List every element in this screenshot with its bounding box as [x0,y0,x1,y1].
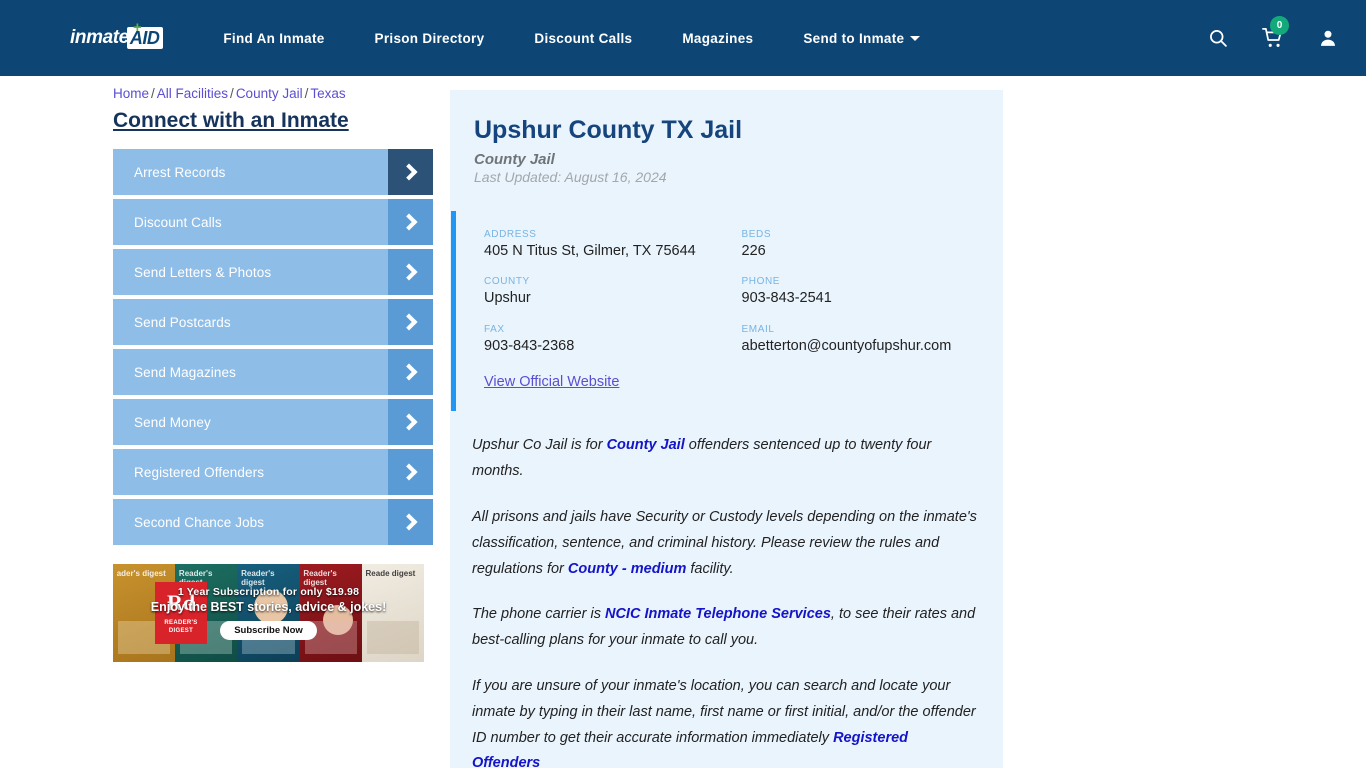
info-label: FAX [484,323,505,335]
sidebar-item-registered-offenders[interactable]: Registered Offenders [113,449,433,496]
nav-send-to-inmate-label: Send to Inmate [803,30,905,46]
header-icon-group: 0 [1208,16,1338,49]
sidebar-title: Connect with an Inmate [113,109,349,132]
nav-discount-calls[interactable]: Discount Calls [534,25,632,52]
info-label: ADDRESS [484,228,537,240]
description-paragraph-1: Upshur Co Jail is for County Jail offend… [472,433,977,485]
facility-description: Upshur Co Jail is for County Jail offend… [450,411,1003,768]
user-icon[interactable] [1318,28,1338,48]
site-header: inmate AID + Find An Inmate Prison Direc… [0,0,1366,76]
info-label: EMAIL [741,323,775,335]
facility-type: County Jail [474,150,555,168]
nav-magazines[interactable]: Magazines [682,25,753,52]
info-value: abetterton@countyofupshur.com [741,337,952,354]
info-field-county: COUNTY Upshur [484,276,724,308]
facility-info-grid: ADDRESS 405 N Titus St, Gilmer, TX 75644… [484,229,981,356]
chevron-right-icon [388,349,433,396]
chevron-right-icon [388,499,433,546]
cart-icon[interactable]: 0 [1262,16,1289,49]
p1-text-a: Upshur Co Jail is for [472,437,607,454]
nav-send-to-inmate[interactable]: Send to Inmate [803,25,921,52]
sidebar: Connect with an Inmate Arrest Records Di… [113,90,433,663]
chevron-right-icon [388,199,433,246]
info-field-fax: FAX 903-843-2368 [484,324,724,356]
sidebar-item-label: Second Chance Jobs [134,514,265,530]
info-field-beds: BEDS 226 [742,229,982,261]
main-navigation: Find An Inmate Prison Directory Discount… [223,25,1160,52]
content-columns: Connect with an Inmate Arrest Records Di… [113,90,1366,768]
view-official-website-link[interactable]: View Official Website [484,374,619,390]
site-logo[interactable]: inmate AID + [70,19,164,53]
description-paragraph-2: All prisons and jails have Security or C… [472,505,977,582]
info-label: BEDS [741,228,772,240]
sidebar-item-label: Registered Offenders [134,464,265,480]
facility-info-card: ADDRESS 405 N Titus St, Gilmer, TX 75644… [451,210,1003,412]
nav-prison-directory[interactable]: Prison Directory [375,25,485,52]
description-paragraph-4: If you are unsure of your inmate's locat… [472,674,977,768]
info-field-phone: PHONE 903-843-2541 [742,276,982,308]
info-value: 226 [741,242,766,259]
advertisement-banner[interactable]: ader's digest Reader's digest Reader's d… [113,564,424,663]
info-field-address: ADDRESS 405 N Titus St, Gilmer, TX 75644 [484,229,724,261]
chevron-right-icon [388,299,433,346]
search-icon[interactable] [1208,28,1228,48]
ad-overlay: 1 Year Subscription for only $19.98 Enjo… [113,564,424,662]
p1-link-county-jail[interactable]: County Jail [607,437,685,453]
sidebar-item-send-magazines[interactable]: Send Magazines [113,349,433,396]
info-value: 903-843-2541 [741,290,832,307]
p2-link-county-medium[interactable]: County - medium [568,561,686,577]
facility-last-updated: Last Updated: August 16, 2024 [474,168,667,185]
sidebar-item-send-money[interactable]: Send Money [113,399,433,446]
p2-text-b: facility. [686,560,734,577]
sidebar-item-label: Send Money [134,414,211,430]
logo-wordmark: inmate [70,27,129,48]
info-value: 405 N Titus St, Gilmer, TX 75644 [484,242,696,259]
nav-find-an-inmate[interactable]: Find An Inmate [223,25,324,52]
sidebar-item-discount-calls[interactable]: Discount Calls [113,199,433,246]
info-label: PHONE [741,276,781,288]
info-value: 903-843-2368 [484,337,575,354]
p3-link-ncic[interactable]: NCIC Inmate Telephone Services [605,606,831,622]
sidebar-item-label: Send Postcards [134,314,231,330]
chevron-right-icon [388,399,433,446]
page-title: Upshur County TX Jail [474,116,743,144]
page-body: Connect with an Inmate Arrest Records Di… [0,76,1366,768]
sidebar-item-label: Discount Calls [134,214,222,230]
sidebar-item-send-letters-photos[interactable]: Send Letters & Photos [113,249,433,296]
sidebar-item-label: Send Magazines [134,364,236,380]
ad-subheadline: Enjoy the BEST stories, advice & jokes! [150,600,387,615]
sidebar-item-label: Arrest Records [134,164,226,180]
description-paragraph-3: The phone carrier is NCIC Inmate Telepho… [472,602,977,654]
p3-text-a: The phone carrier is [472,606,605,623]
sidebar-item-label: Send Letters & Photos [134,264,272,280]
facility-panel: Upshur County TX Jail County Jail Last U… [450,90,1003,768]
chevron-right-icon [388,449,433,496]
chevron-right-icon [388,249,433,296]
chevron-down-icon [910,36,921,42]
sidebar-item-send-postcards[interactable]: Send Postcards [113,299,433,346]
info-label: COUNTY [484,276,530,288]
cart-count-badge: 0 [1270,16,1289,35]
ad-subscribe-button[interactable]: Subscribe Now [220,621,317,641]
info-value: Upshur [484,290,531,307]
ad-headline: 1 Year Subscription for only $19.98 [177,586,360,599]
sidebar-item-second-chance-jobs[interactable]: Second Chance Jobs [113,499,433,546]
chevron-right-icon [388,149,433,196]
info-field-email: EMAIL abetterton@countyofupshur.com [742,324,982,356]
logo-plus-icon: + [133,19,142,36]
sidebar-item-arrest-records[interactable]: Arrest Records [113,149,433,196]
